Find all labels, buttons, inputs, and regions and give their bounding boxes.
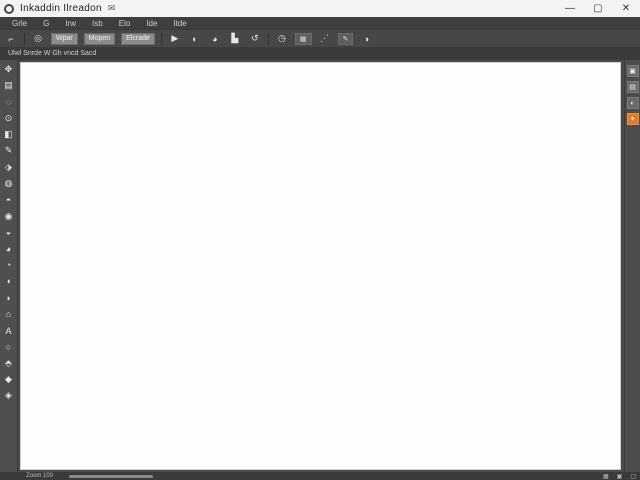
brush-icon[interactable]: ✎	[2, 144, 16, 158]
circle-icon[interactable]: ◎	[31, 33, 45, 45]
gradient-icon[interactable]: ◓	[2, 193, 16, 207]
paint-bucket-icon[interactable]: ⌂	[2, 307, 16, 321]
options-field-3[interactable]: Elcrade	[121, 32, 155, 45]
document-tab[interactable]: Ulwl Snrde W Gh vncd Sacd	[8, 50, 96, 57]
blur-icon[interactable]: ◉	[2, 209, 16, 223]
status-icons: ▦ ▣ ▢	[603, 472, 636, 480]
fit-status-icon[interactable]: ▢	[630, 473, 636, 480]
brush-icon[interactable]: ◕	[208, 33, 222, 45]
hand-icon[interactable]: ◖	[2, 274, 16, 288]
app-window: Inkaddin Ilreadon ✉ — ▢ ✕ Grle G Irw Isb…	[0, 0, 640, 480]
clock-icon[interactable]: ↺	[248, 33, 262, 45]
lock-status-icon[interactable]: ▣	[617, 473, 623, 480]
menu-bar: Grle G Irw Isb Elo Ide Itde	[0, 17, 640, 29]
app-logo-icon	[4, 3, 14, 14]
zoom-level[interactable]: Zoom 100	[26, 473, 53, 479]
camera-alt-icon[interactable]: ◐	[188, 33, 202, 45]
menu-item-file[interactable]: Grle	[4, 19, 35, 28]
grid-icon[interactable]: ⋰	[318, 33, 332, 45]
menu-item-filter[interactable]: Ide	[138, 19, 165, 28]
maximize-button[interactable]: ▢	[584, 0, 612, 17]
menu-item-select[interactable]: Elo	[111, 19, 139, 28]
horizontal-scrollbar[interactable]	[69, 474, 154, 478]
eraser-icon[interactable]: ⬗	[2, 160, 16, 174]
rotate-icon[interactable]: ▙	[228, 33, 242, 45]
options-field-1[interactable]: Wpar	[51, 32, 78, 45]
pen-icon[interactable]: ✎	[337, 32, 354, 45]
options-bar: ⌐ ◎ Wpar Mopen Elcrade ▶ ◐ ◕ ▙ ↺ ◷ ▦ ⋰ ✎…	[0, 29, 640, 47]
stamp-icon[interactable]: ◍	[2, 176, 16, 190]
zoom-icon[interactable]: ◗	[2, 291, 16, 305]
document-tab-row: Ulwl Snrde W Gh vncd Sacd	[0, 47, 640, 60]
title-bar: Inkaddin Ilreadon ✉ — ▢ ✕	[0, 0, 640, 17]
move-icon[interactable]: ✥	[2, 62, 16, 76]
circle-icon[interactable]: ○	[2, 340, 16, 354]
foreground-icon[interactable]: ◆	[2, 373, 16, 387]
dodge-icon[interactable]: ◒	[2, 225, 16, 239]
menu-item-image[interactable]: Irw	[57, 19, 84, 28]
window-title: Inkaddin Ilreadon	[20, 3, 102, 14]
canvas[interactable]	[20, 62, 621, 470]
history-icon[interactable]: ▤	[626, 81, 639, 93]
options-separator	[160, 32, 162, 45]
menu-item-edit[interactable]: G	[35, 19, 57, 28]
history-icon[interactable]: ◷	[275, 33, 289, 45]
grid-status-icon[interactable]: ▦	[603, 473, 609, 480]
adjust-icon[interactable]: ◐	[626, 97, 639, 109]
text-icon[interactable]: A	[2, 324, 16, 338]
layers-icon[interactable]: ▣	[626, 65, 639, 77]
menu-item-window[interactable]: Itde	[165, 19, 194, 28]
crop-icon[interactable]: ⊙	[2, 111, 16, 125]
selection-icon[interactable]: ▤	[2, 78, 16, 92]
toolbox: ✥ ▤ ◌ ⊙ ◧ ✎ ⬗ ◍ ◓ ◉ ◒ ◕ ◔ ◖ ◗ ⌂ A ○ ⬘ ◆ …	[0, 60, 18, 472]
shape-icon[interactable]: ◔	[2, 258, 16, 272]
camera-icon[interactable]: ▶	[168, 33, 182, 45]
menu-item-layer[interactable]: Isb	[84, 19, 111, 28]
close-button[interactable]: ✕	[612, 0, 640, 17]
crop-icon[interactable]: ⌐	[4, 33, 18, 45]
options-separator	[24, 32, 25, 45]
right-panel-strip: ▣ ▤ ◐ ✦	[624, 60, 640, 472]
pen-icon[interactable]: ◕	[2, 242, 16, 256]
options-separator	[267, 32, 269, 45]
chat-bubble-icon[interactable]: ✉	[108, 3, 116, 14]
window-controls: — ▢ ✕	[556, 0, 640, 17]
options-field-2[interactable]: Mopen	[83, 32, 116, 45]
fill-icon[interactable]: ⬘	[2, 356, 16, 370]
layers-icon[interactable]: ▦	[294, 32, 312, 45]
eyedropper-icon[interactable]: ◧	[2, 127, 16, 141]
mask-icon[interactable]: ◑	[359, 33, 373, 45]
status-bar: Zoom 100 ▦ ▣ ▢	[0, 472, 640, 480]
color-swatch-icon[interactable]: ✦	[626, 113, 639, 125]
lasso-icon[interactable]: ◌	[2, 95, 16, 109]
minimize-button[interactable]: —	[556, 0, 584, 17]
background-icon[interactable]: ◈	[2, 389, 16, 403]
